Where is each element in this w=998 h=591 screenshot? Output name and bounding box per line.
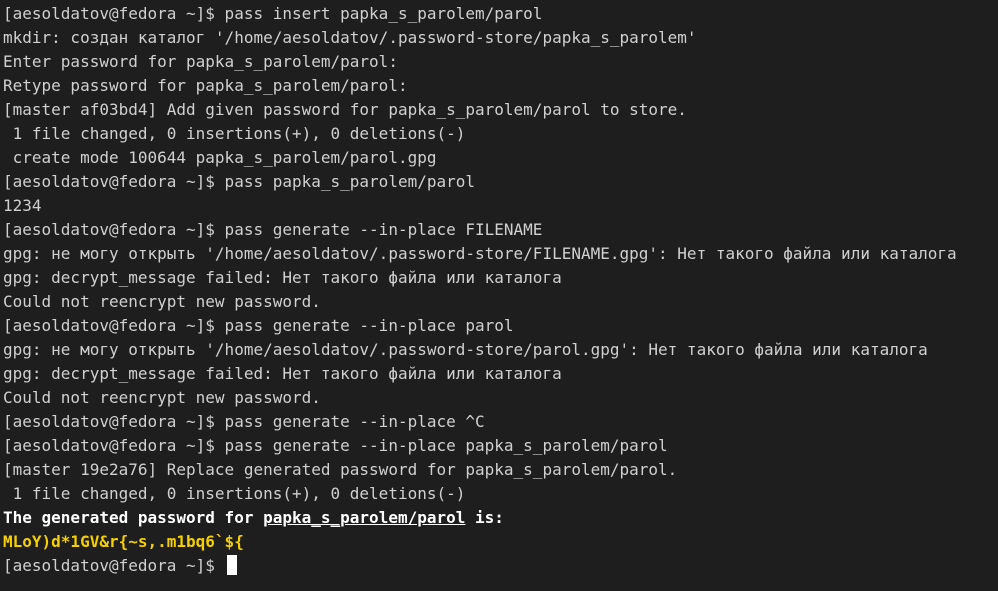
generated-password-message: The generated password for papka_s_parol…	[0, 506, 998, 530]
shell-prompt: [aesoldatov@fedora ~]$	[3, 556, 225, 575]
generated-message-suffix: is:	[465, 508, 504, 527]
terminal-line: gpg: не могу открыть '/home/aesoldatov/.…	[3, 340, 928, 359]
terminal-line: gpg: не могу открыть '/home/aesoldatov/.…	[3, 244, 957, 263]
terminal-line: [aesoldatov@fedora ~]$ pass papka_s_paro…	[3, 172, 476, 191]
terminal-line: 1234	[3, 196, 42, 215]
terminal-line: [aesoldatov@fedora ~]$ pass insert papka…	[3, 4, 543, 23]
terminal-line: create mode 100644 papka_s_parolem/parol…	[3, 148, 437, 167]
terminal-line: Enter password for papka_s_parolem/parol…	[3, 52, 398, 71]
terminal-line: gpg: decrypt_message failed: Нет такого …	[3, 364, 562, 383]
terminal-line: [master af03bd4] Add given password for …	[3, 100, 687, 119]
generated-message-prefix: The generated password for	[3, 508, 264, 527]
terminal-line: [aesoldatov@fedora ~]$ pass generate --i…	[3, 436, 668, 455]
terminal-line: 1 file changed, 0 insertions(+), 0 delet…	[3, 484, 466, 503]
terminal-line: Could not reencrypt new password.	[3, 292, 321, 311]
terminal-window[interactable]: [aesoldatov@fedora ~]$ pass insert papka…	[0, 0, 998, 591]
generated-message-path: papka_s_parolem/parol	[263, 508, 466, 527]
command-prompt-line[interactable]: [aesoldatov@fedora ~]$	[0, 554, 998, 578]
generated-password: MLoY)d*1GV&r{~s,.m1bq6`${	[3, 532, 244, 551]
terminal-cursor[interactable]	[226, 555, 237, 575]
terminal-line: [aesoldatov@fedora ~]$ pass generate --i…	[3, 412, 485, 431]
terminal-line: [master 19e2a76] Replace generated passw…	[3, 460, 678, 479]
terminal-line: [aesoldatov@fedora ~]$ pass generate --i…	[3, 316, 514, 335]
terminal-line: Retype password for papka_s_parolem/paro…	[3, 76, 408, 95]
terminal-line: gpg: decrypt_message failed: Нет такого …	[3, 268, 562, 287]
terminal-line: mkdir: создан каталог '/home/aesoldatov/…	[3, 28, 697, 47]
terminal-line: 1 file changed, 0 insertions(+), 0 delet…	[3, 124, 466, 143]
terminal-line: [aesoldatov@fedora ~]$ pass generate --i…	[3, 220, 543, 239]
terminal-output: [aesoldatov@fedora ~]$ pass insert papka…	[0, 2, 998, 506]
terminal-line: Could not reencrypt new password.	[3, 388, 321, 407]
